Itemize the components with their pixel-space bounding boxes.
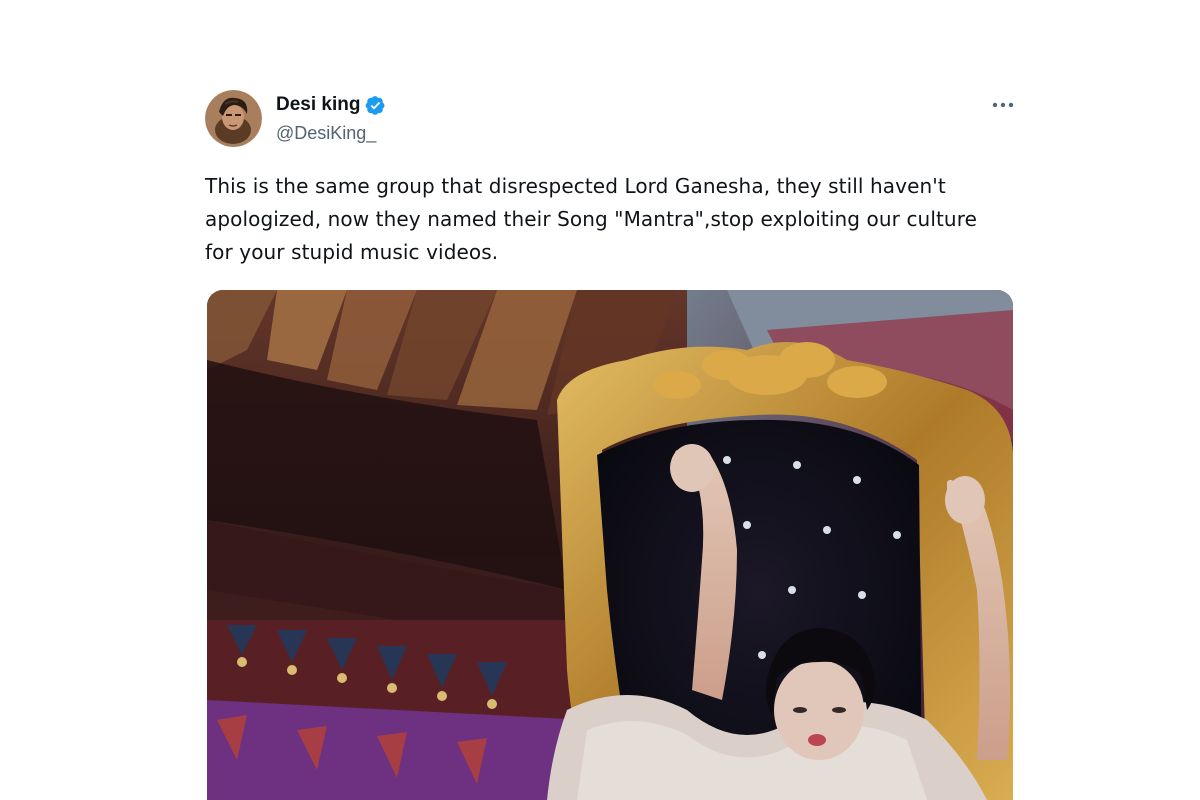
author-display-name[interactable]: Desi king bbox=[276, 93, 360, 117]
cartoon-avatar-icon bbox=[205, 90, 262, 147]
tweet-card[interactable]: Desi king @DesiKing_ This is the same gr… bbox=[205, 88, 1015, 800]
more-options-icon bbox=[992, 102, 1014, 108]
author-name-row[interactable]: Desi king bbox=[276, 93, 386, 117]
author-avatar[interactable] bbox=[205, 90, 262, 147]
tweet-text: This is the same group that disrespected… bbox=[205, 174, 977, 264]
screenshot-page: Desi king @DesiKing_ This is the same gr… bbox=[0, 0, 1200, 800]
verified-badge-icon bbox=[366, 95, 385, 115]
more-options-button[interactable] bbox=[991, 96, 1015, 114]
author-handle[interactable]: @DesiKing_ bbox=[276, 121, 376, 145]
tweet-media[interactable] bbox=[207, 290, 1013, 800]
music-video-still-image bbox=[207, 290, 1013, 800]
